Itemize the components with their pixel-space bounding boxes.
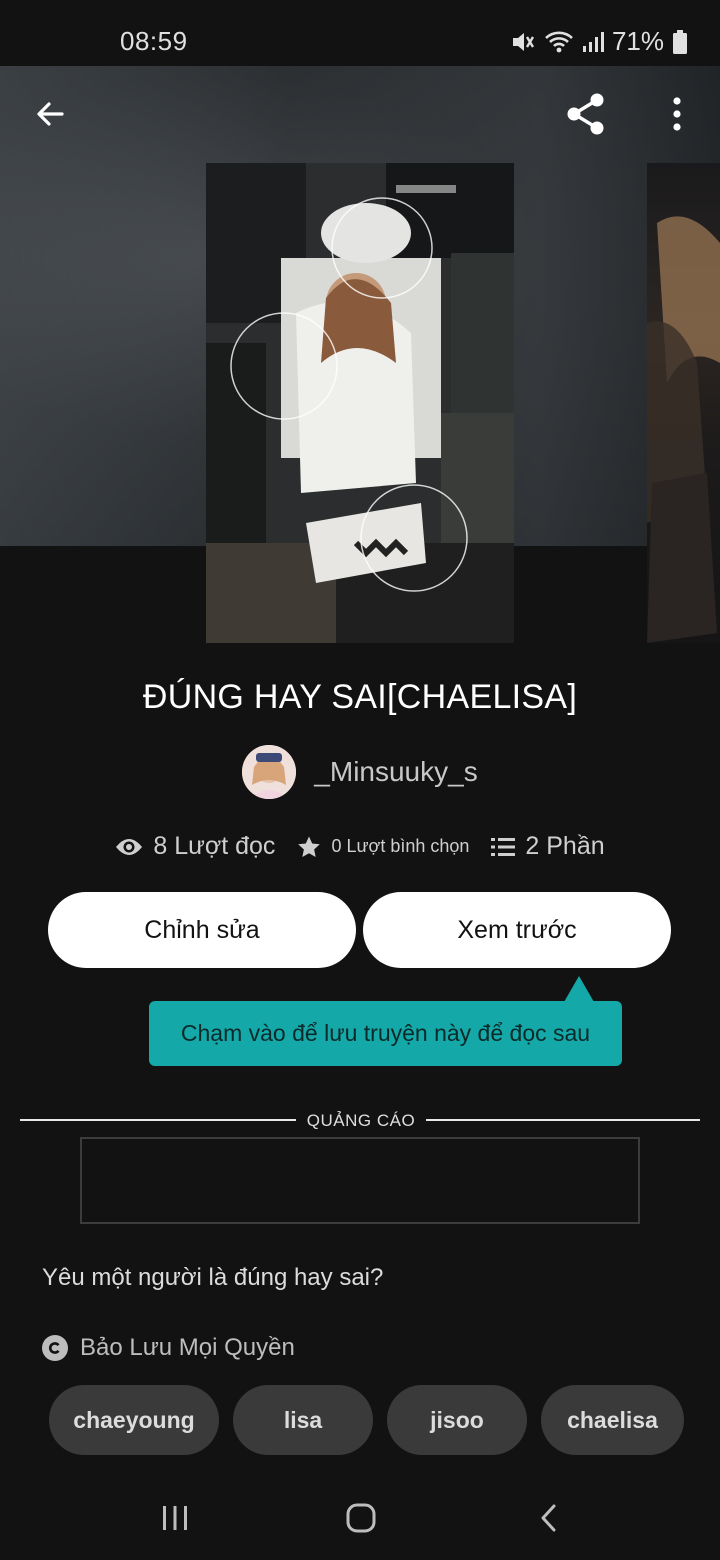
status-icons: 71% bbox=[510, 26, 688, 57]
recent-apps-icon bbox=[163, 1506, 187, 1530]
parts-stat: 2 Phần bbox=[491, 832, 605, 861]
tag-chip[interactable]: chaeyoung bbox=[49, 1385, 219, 1455]
votes-count: 0 Lượt bình chọn bbox=[331, 836, 470, 856]
reads-stat: 8 Lượt đọc bbox=[115, 832, 275, 861]
story-description: Yêu một người là đúng hay sai? bbox=[42, 1264, 384, 1291]
share-icon bbox=[567, 93, 604, 135]
arrow-left-icon bbox=[37, 102, 64, 126]
reads-count: 8 Lượt đọc bbox=[153, 832, 276, 860]
story-cover-image[interactable] bbox=[206, 163, 514, 643]
ad-slot[interactable] bbox=[80, 1137, 640, 1224]
tag-chip[interactable]: chaelisa bbox=[541, 1385, 684, 1455]
home-icon bbox=[346, 1503, 376, 1533]
ad-divider-left bbox=[20, 1119, 296, 1121]
eye-icon bbox=[116, 838, 143, 855]
wifi-icon bbox=[545, 31, 573, 52]
system-nav-bar bbox=[0, 1480, 720, 1560]
author-row[interactable]: _Minsuuky_s bbox=[0, 745, 720, 799]
chevron-left-icon bbox=[541, 1504, 556, 1532]
more-options-button[interactable] bbox=[649, 86, 705, 142]
home-button[interactable] bbox=[331, 1498, 391, 1538]
share-button[interactable] bbox=[558, 86, 614, 142]
parts-count: 2 Phần bbox=[525, 832, 605, 860]
tag-chip[interactable]: lisa bbox=[233, 1385, 373, 1455]
avatar[interactable] bbox=[242, 745, 297, 799]
votes-stat: 0 Lượt bình chọn bbox=[297, 835, 469, 859]
tag-chip[interactable]: jisoo bbox=[387, 1385, 527, 1455]
tooltip-arrow bbox=[564, 976, 594, 1002]
ad-label: QUẢNG CÁO bbox=[306, 1111, 416, 1130]
battery-icon bbox=[673, 29, 687, 54]
story-title: ĐÚNG HAY SAI[CHAELISA] bbox=[142, 678, 578, 716]
recent-apps-button[interactable] bbox=[145, 1498, 205, 1538]
next-cover-art bbox=[647, 216, 720, 643]
copyright-text: Bảo Lưu Mọi Quyền bbox=[80, 1334, 295, 1361]
author-name[interactable]: _Minsuuky_s bbox=[314, 756, 477, 788]
status-time: 08:59 bbox=[120, 26, 188, 56]
ad-header: QUẢNG CÁO bbox=[20, 1110, 700, 1132]
avatar-image bbox=[242, 745, 297, 799]
signal-icon bbox=[582, 31, 604, 52]
copyright-row: Bảo Lưu Mọi Quyền bbox=[42, 1334, 295, 1362]
copyright-icon bbox=[42, 1335, 68, 1361]
tag-list: chaeyoung lisa jisoo chaelisa bbox=[49, 1385, 684, 1455]
next-story-cover[interactable] bbox=[647, 163, 720, 643]
cover-collage bbox=[206, 163, 514, 643]
list-icon bbox=[491, 837, 516, 856]
edit-button[interactable]: Chỉnh sửa bbox=[48, 892, 356, 968]
battery-percent: 71% bbox=[611, 26, 664, 56]
mute-icon bbox=[512, 32, 534, 51]
back-nav-button[interactable] bbox=[519, 1498, 579, 1538]
more-vertical-icon bbox=[673, 97, 681, 131]
story-stats: 8 Lượt đọc 0 Lượt bình chọn 2 Phần bbox=[0, 832, 720, 861]
preview-button[interactable]: Xem trước bbox=[363, 892, 671, 968]
ad-divider-right bbox=[426, 1119, 700, 1121]
status-bar: 08:59 71% bbox=[0, 0, 720, 66]
save-tooltip[interactable]: Chạm vào để lưu truyện này để đọc sau bbox=[149, 1001, 622, 1066]
star-icon bbox=[298, 836, 321, 857]
back-button[interactable] bbox=[22, 86, 78, 142]
